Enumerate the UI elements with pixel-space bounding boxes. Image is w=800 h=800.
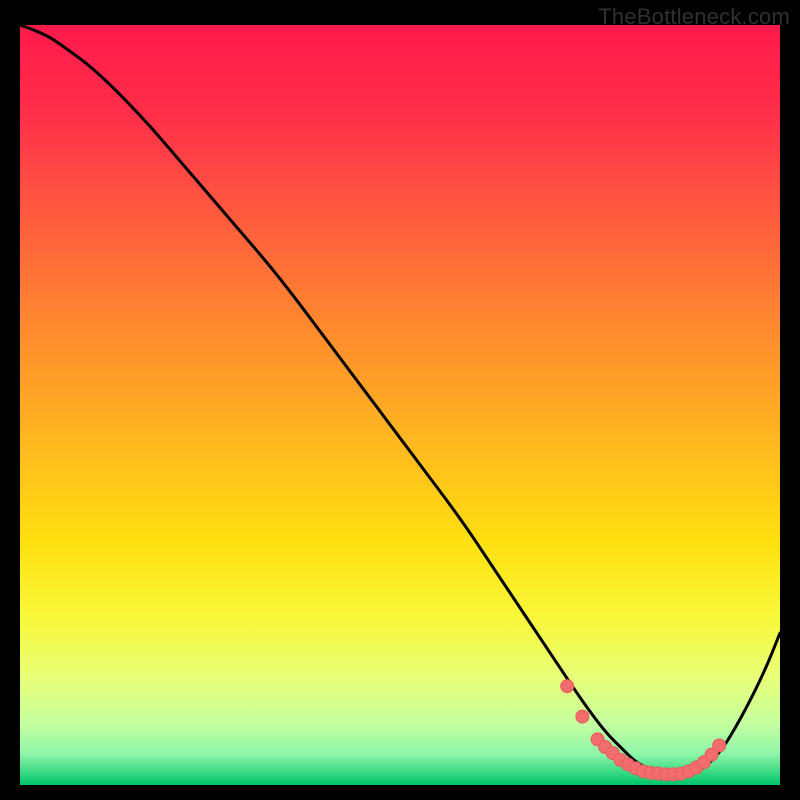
bottleneck-chart [20, 25, 780, 785]
chart-background [20, 25, 780, 785]
valley-marker [713, 739, 726, 752]
valley-marker [576, 710, 589, 723]
chart-svg [20, 25, 780, 785]
valley-marker [561, 680, 574, 693]
